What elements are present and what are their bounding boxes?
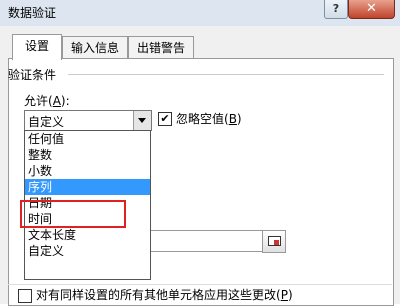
apply-all-checkbox[interactable]	[18, 289, 32, 303]
dropdown-option[interactable]: 小数	[25, 163, 150, 179]
allow-select-value: 自定义	[28, 115, 65, 129]
title-bar: 数据验证 ? ✕	[0, 0, 400, 26]
validation-criteria-label: 验证条件	[8, 68, 57, 82]
chevron-down-icon[interactable]	[133, 111, 151, 130]
window-title: 数据验证	[8, 6, 57, 20]
tab-settings[interactable]: 设置	[12, 34, 62, 60]
dropdown-option[interactable]: 自定义	[25, 243, 150, 259]
tab-error-alert[interactable]: 出错警告	[128, 36, 194, 59]
dropdown-option-selected[interactable]: 序列	[25, 179, 150, 195]
dropdown-option[interactable]: 文本长度	[25, 227, 150, 243]
dropdown-option[interactable]: 整数	[25, 147, 150, 163]
checkmark-icon: ✔	[160, 112, 170, 125]
group-divider	[68, 74, 384, 75]
apply-all-label: 对有同样设置的所有其他单元格应用这些更改(P)	[36, 288, 293, 302]
ignore-blank-label: 忽略空值(B)	[176, 112, 242, 126]
dropdown-option[interactable]: 任何值	[25, 131, 150, 147]
range-select-button[interactable]	[262, 230, 286, 253]
tab-input-message[interactable]: 输入信息	[62, 36, 128, 59]
highlight-box	[20, 200, 126, 228]
footer-divider	[8, 284, 392, 285]
close-button[interactable]: ✕	[348, 0, 395, 19]
ignore-blank-checkbox[interactable]: ✔	[158, 112, 172, 126]
source-input[interactable]	[150, 230, 264, 252]
dialog-body: 设置 输入信息 出错警告 验证条件 允许(A): 自定义 ✔ 忽略空值(B) 任…	[0, 26, 400, 306]
help-button[interactable]: ?	[324, 0, 348, 19]
allow-select[interactable]: 自定义	[24, 110, 152, 131]
allow-label: 允许(A):	[24, 94, 70, 108]
